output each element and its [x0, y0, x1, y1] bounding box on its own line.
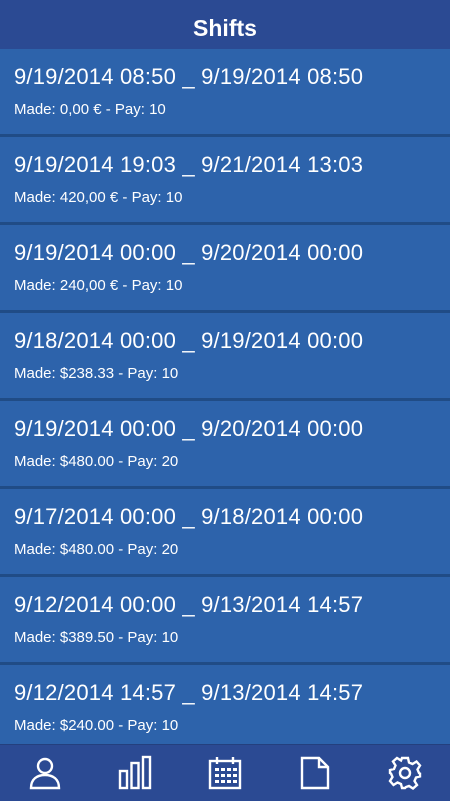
shift-earnings: Made: 240,00 € - Pay: 10 — [14, 277, 183, 294]
shift-date-range: 9/18/2014 00:00 _ 9/19/2014 00:00 — [14, 328, 364, 353]
nav-calendar-button[interactable] — [180, 745, 270, 801]
page-title: Shifts — [0, 0, 450, 49]
shift-row[interactable]: 9/12/2014 14:57 _ 9/13/2014 14:57 Made: … — [0, 665, 450, 744]
shift-row[interactable]: 9/19/2014 00:00 _ 9/20/2014 00:00 Made: … — [0, 225, 450, 313]
bottom-nav — [0, 744, 450, 801]
shift-earnings: Made: $389.50 - Pay: 10 — [14, 629, 179, 646]
bar-chart-icon — [118, 755, 152, 790]
nav-settings-button[interactable] — [360, 745, 450, 801]
shift-row[interactable]: 9/19/2014 19:03 _ 9/21/2014 13:03 Made: … — [0, 137, 450, 225]
person-icon — [29, 757, 61, 790]
shift-date-range: 9/19/2014 08:50 _ 9/19/2014 08:50 — [14, 64, 364, 89]
document-icon — [300, 756, 330, 790]
nav-profile-button[interactable] — [0, 745, 90, 801]
gear-icon — [388, 756, 422, 790]
shift-earnings: Made: 0,00 € - Pay: 10 — [14, 101, 166, 118]
shift-row[interactable]: 9/19/2014 00:00 _ 9/20/2014 00:00 Made: … — [0, 401, 450, 489]
calendar-icon — [208, 757, 242, 790]
shift-date-range: 9/17/2014 00:00 _ 9/18/2014 00:00 — [14, 504, 364, 529]
shift-date-range: 9/19/2014 00:00 _ 9/20/2014 00:00 — [14, 416, 364, 441]
shift-date-range: 9/19/2014 00:00 _ 9/20/2014 00:00 — [14, 240, 364, 265]
shift-date-range: 9/12/2014 00:00 _ 9/13/2014 14:57 — [14, 592, 364, 617]
nav-stats-button[interactable] — [90, 745, 180, 801]
shift-row[interactable]: 9/18/2014 00:00 _ 9/19/2014 00:00 Made: … — [0, 313, 450, 401]
nav-reports-button[interactable] — [270, 745, 360, 801]
shift-date-range: 9/19/2014 19:03 _ 9/21/2014 13:03 — [14, 152, 364, 177]
shift-earnings: Made: $480.00 - Pay: 20 — [14, 453, 179, 470]
shift-earnings: Made: 420,00 € - Pay: 10 — [14, 189, 183, 206]
shift-earnings: Made: $240.00 - Pay: 10 — [14, 717, 179, 734]
shift-row[interactable]: 9/19/2014 08:50 _ 9/19/2014 08:50 Made: … — [0, 49, 450, 137]
shift-earnings: Made: $480.00 - Pay: 20 — [14, 541, 179, 558]
shift-row[interactable]: 9/12/2014 00:00 _ 9/13/2014 14:57 Made: … — [0, 577, 450, 665]
shift-list[interactable]: 9/19/2014 08:50 _ 9/19/2014 08:50 Made: … — [0, 49, 450, 744]
shift-earnings: Made: $238.33 - Pay: 10 — [14, 365, 179, 382]
shift-date-range: 9/12/2014 14:57 _ 9/13/2014 14:57 — [14, 680, 364, 705]
shift-row[interactable]: 9/17/2014 00:00 _ 9/18/2014 00:00 Made: … — [0, 489, 450, 577]
